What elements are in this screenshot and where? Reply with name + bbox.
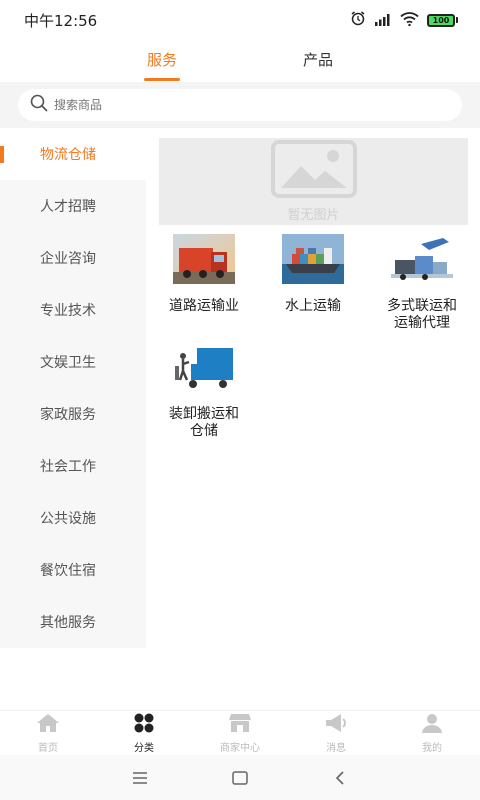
search-bar <box>0 82 480 128</box>
nav-label: 我的 <box>422 742 442 754</box>
category-label: 多式联运和 运输代理 <box>387 298 457 331</box>
status-time: 中午12:56 <box>24 11 98 30</box>
menu-button[interactable] <box>130 768 150 788</box>
back-button[interactable] <box>330 768 350 788</box>
signal-icon <box>374 11 392 30</box>
wifi-icon <box>400 11 419 30</box>
bottom-navigation: 首页 分类 商家中心 消息 我的 <box>0 710 480 755</box>
category-icon <box>133 713 155 737</box>
category-road-transport[interactable]: 道路运输业 <box>154 234 254 315</box>
square-icon <box>232 770 248 785</box>
battery-level: 100 <box>427 13 455 27</box>
sidebar-item-recruitment[interactable]: 人才招聘 <box>0 180 146 232</box>
nav-label: 消息 <box>326 742 346 754</box>
ship-image <box>282 234 344 288</box>
search-icon <box>30 94 48 116</box>
nav-category[interactable]: 分类 <box>96 711 192 755</box>
search-input[interactable] <box>54 98 434 112</box>
banner-text: 暂无图片 <box>287 208 340 223</box>
top-tabs: 服务 产品 <box>0 40 480 82</box>
multimodal-image <box>391 234 453 288</box>
sidebar-item-housekeeping[interactable]: 家政服务 <box>0 388 146 440</box>
battery-icon: 100 <box>427 13 458 27</box>
alarm-icon <box>350 10 366 30</box>
category-label: 道路运输业 <box>169 298 239 314</box>
nav-merchant-center[interactable]: 商家中心 <box>192 711 288 755</box>
truck-image <box>173 234 235 288</box>
home-icon <box>36 713 60 737</box>
category-label: 装卸搬运和 仓储 <box>169 406 239 439</box>
user-icon <box>421 713 443 737</box>
image-placeholder-icon <box>270 140 357 202</box>
nav-home[interactable]: 首页 <box>0 711 96 755</box>
store-icon <box>228 713 252 737</box>
sidebar-item-consulting[interactable]: 企业咨询 <box>0 232 146 284</box>
nav-label: 分类 <box>134 742 154 754</box>
category-sidebar: 物流仓储 人才招聘 企业咨询 专业技术 文娱卫生 家政服务 社会工作 公共设施 … <box>0 128 146 648</box>
nav-label: 商家中心 <box>220 742 260 754</box>
back-icon <box>335 770 344 785</box>
category-multimodal-transport[interactable]: 多式联运和 运输代理 <box>372 234 472 332</box>
sidebar-item-catering-lodging[interactable]: 餐饮住宿 <box>0 544 146 596</box>
nav-label: 首页 <box>38 742 58 754</box>
menu-icon <box>133 771 147 784</box>
category-loading-warehousing[interactable]: 装卸搬运和 仓储 <box>154 342 254 440</box>
category-water-transport[interactable]: 水上运输 <box>263 234 363 315</box>
home-button[interactable] <box>230 768 250 788</box>
search-box[interactable] <box>18 89 462 121</box>
nav-profile[interactable]: 我的 <box>384 711 480 755</box>
system-navigation <box>0 755 480 800</box>
sidebar-item-social-work[interactable]: 社会工作 <box>0 440 146 492</box>
sidebar-item-other-services[interactable]: 其他服务 <box>0 596 146 648</box>
sidebar-item-public-facilities[interactable]: 公共设施 <box>0 492 146 544</box>
megaphone-icon <box>324 713 348 737</box>
tab-services[interactable]: 服务 <box>132 40 192 82</box>
banner-placeholder: 暂无图片 <box>159 138 468 225</box>
nav-messages[interactable]: 消息 <box>288 711 384 755</box>
sidebar-item-logistics[interactable]: 物流仓储 <box>0 128 146 180</box>
sidebar-item-technical[interactable]: 专业技术 <box>0 284 146 336</box>
tab-products[interactable]: 产品 <box>288 40 348 82</box>
status-icons: 100 <box>350 10 458 30</box>
loading-truck-image <box>173 342 235 396</box>
status-bar: 中午12:56 100 <box>0 0 480 40</box>
sidebar-item-entertainment-health[interactable]: 文娱卫生 <box>0 336 146 388</box>
category-label: 水上运输 <box>285 298 341 314</box>
